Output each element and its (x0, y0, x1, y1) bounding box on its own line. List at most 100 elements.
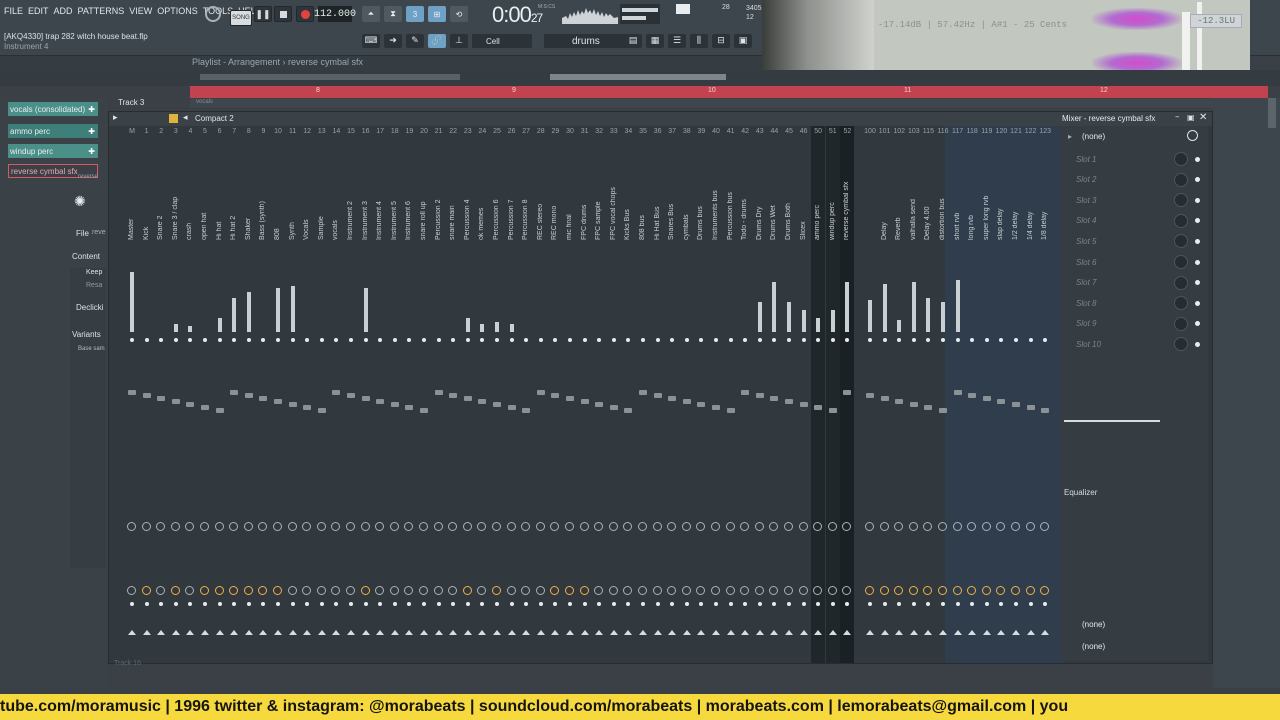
route-arrow-icon[interactable] (361, 630, 370, 635)
fx-led[interactable] (524, 602, 529, 606)
snap-selector[interactable]: Cell (472, 34, 532, 48)
input-selector[interactable]: (none) (1082, 132, 1105, 141)
volume-fader[interactable] (274, 399, 282, 404)
fx-led[interactable] (246, 602, 251, 606)
fx-led[interactable] (868, 602, 872, 606)
pan-knob[interactable] (594, 522, 604, 531)
play-button[interactable]: ❚❚ (254, 6, 272, 22)
metronome-button[interactable]: ⏶ (362, 6, 380, 22)
mute-led[interactable] (984, 338, 989, 342)
mute-led[interactable] (955, 338, 960, 342)
stereo-knob[interactable] (579, 586, 589, 595)
pan-knob[interactable] (711, 522, 720, 531)
mixer-track[interactable]: 7 Hi hat 2 (227, 126, 241, 663)
stereo-knob[interactable] (404, 586, 414, 595)
mixer-track[interactable]: 12 Vocals (300, 126, 314, 663)
mute-led[interactable] (509, 338, 514, 342)
slot-enable-led[interactable] (1195, 300, 1200, 306)
fx-led[interactable] (261, 602, 266, 606)
fx-led[interactable] (451, 602, 456, 606)
mute-led[interactable] (1014, 338, 1018, 342)
route-arrow-icon[interactable] (1012, 630, 1020, 635)
route-arrow-icon[interactable] (712, 630, 720, 635)
stereo-knob[interactable] (711, 586, 720, 595)
mute-led[interactable] (305, 338, 310, 342)
browser-button[interactable]: ⊟ (712, 34, 730, 48)
pan-knob[interactable] (185, 522, 195, 531)
menu-view[interactable]: VIEW (129, 6, 152, 16)
pan-knob[interactable] (938, 522, 947, 531)
pan-knob[interactable] (273, 522, 282, 531)
pan-knob[interactable] (550, 522, 560, 531)
mixer-track[interactable]: 36 Hi Hat Bus (651, 126, 665, 663)
volume-fader[interactable] (390, 402, 399, 407)
link-button[interactable]: 🔗 (428, 34, 446, 48)
mute-led[interactable] (743, 338, 748, 342)
fx-led[interactable] (173, 602, 178, 606)
pan-knob[interactable] (170, 522, 180, 531)
pan-knob[interactable] (579, 522, 589, 531)
mixer-track[interactable]: 21 Percussion 2 (432, 126, 446, 663)
route-arrow-icon[interactable] (405, 630, 414, 635)
pan-knob[interactable] (462, 522, 472, 531)
pan-knob[interactable] (448, 522, 458, 531)
route-arrow-icon[interactable] (420, 630, 428, 635)
mixer-track[interactable]: 51 windup perc (825, 126, 840, 663)
mixer-track[interactable]: 5 open hat (198, 126, 212, 663)
slot-mix-knob[interactable] (1174, 337, 1188, 352)
volume-fader[interactable] (449, 393, 458, 398)
volume-fader[interactable] (814, 405, 823, 410)
pan-knob[interactable] (842, 522, 852, 531)
fx-led[interactable] (941, 602, 945, 606)
volume-fader[interactable] (215, 408, 224, 413)
stereo-knob[interactable] (141, 586, 151, 595)
fx-led[interactable] (305, 602, 310, 606)
fx-led[interactable] (911, 602, 916, 606)
pan-knob[interactable] (302, 522, 312, 531)
mute-led[interactable] (392, 338, 397, 342)
route-arrow-icon[interactable] (799, 630, 808, 635)
mixer-track[interactable]: 17 Instrument 4 (373, 126, 387, 663)
route-arrow-icon[interactable] (449, 630, 458, 635)
pan-knob[interactable] (652, 522, 662, 531)
volume-fader[interactable] (755, 393, 764, 398)
volume-fader[interactable] (909, 402, 918, 407)
route-arrow-icon[interactable] (347, 630, 355, 635)
mixer-track[interactable]: 100 (863, 126, 877, 663)
fx-led[interactable] (378, 602, 383, 606)
fx-led[interactable] (670, 602, 675, 606)
pan-knob[interactable] (243, 522, 253, 531)
song-mode-button[interactable]: SONG (230, 10, 252, 26)
insert-slot[interactable]: Slot 10 (1066, 335, 1202, 353)
route-arrow-icon[interactable] (968, 630, 977, 635)
route-arrow-icon[interactable] (982, 630, 991, 635)
stereo-knob[interactable] (967, 586, 977, 595)
mixer-track[interactable]: 37 Snares Bus (665, 126, 679, 663)
route-arrow-icon[interactable] (201, 630, 209, 635)
slot-mix-knob[interactable] (1174, 255, 1188, 269)
stereo-knob[interactable] (565, 586, 574, 595)
volume-fader[interactable] (142, 393, 151, 398)
mixer-track[interactable]: 23 Percussion 4 (461, 126, 475, 663)
pan-knob[interactable] (1011, 522, 1020, 531)
stereo-knob[interactable] (302, 586, 312, 595)
plugin-picker-button[interactable]: ▣ (734, 34, 752, 48)
stereo-knob[interactable] (938, 586, 947, 595)
mute-led[interactable] (436, 338, 441, 342)
fx-led[interactable] (897, 602, 902, 606)
pan-knob[interactable] (923, 522, 933, 531)
stamp-button[interactable]: ⊥ (450, 34, 468, 48)
route-arrow-icon[interactable] (522, 630, 531, 635)
wait-input-button[interactable]: ⧗ (384, 6, 402, 22)
mixer-track[interactable]: 38 cymbals (680, 126, 694, 663)
track-3-label[interactable]: Track 3 (118, 98, 144, 107)
route-arrow-icon[interactable] (682, 630, 691, 635)
mixer-track[interactable]: 115 Delay 4.00 (921, 126, 935, 663)
route-arrow-icon[interactable] (609, 630, 618, 635)
volume-fader[interactable] (303, 405, 312, 410)
slot-enable-led[interactable] (1195, 321, 1200, 327)
mixer-track[interactable]: 3 Snare 3 / clap (169, 126, 183, 663)
pan-knob[interactable] (316, 522, 326, 531)
route-arrow-icon[interactable] (157, 630, 166, 635)
stereo-knob[interactable] (550, 586, 560, 595)
